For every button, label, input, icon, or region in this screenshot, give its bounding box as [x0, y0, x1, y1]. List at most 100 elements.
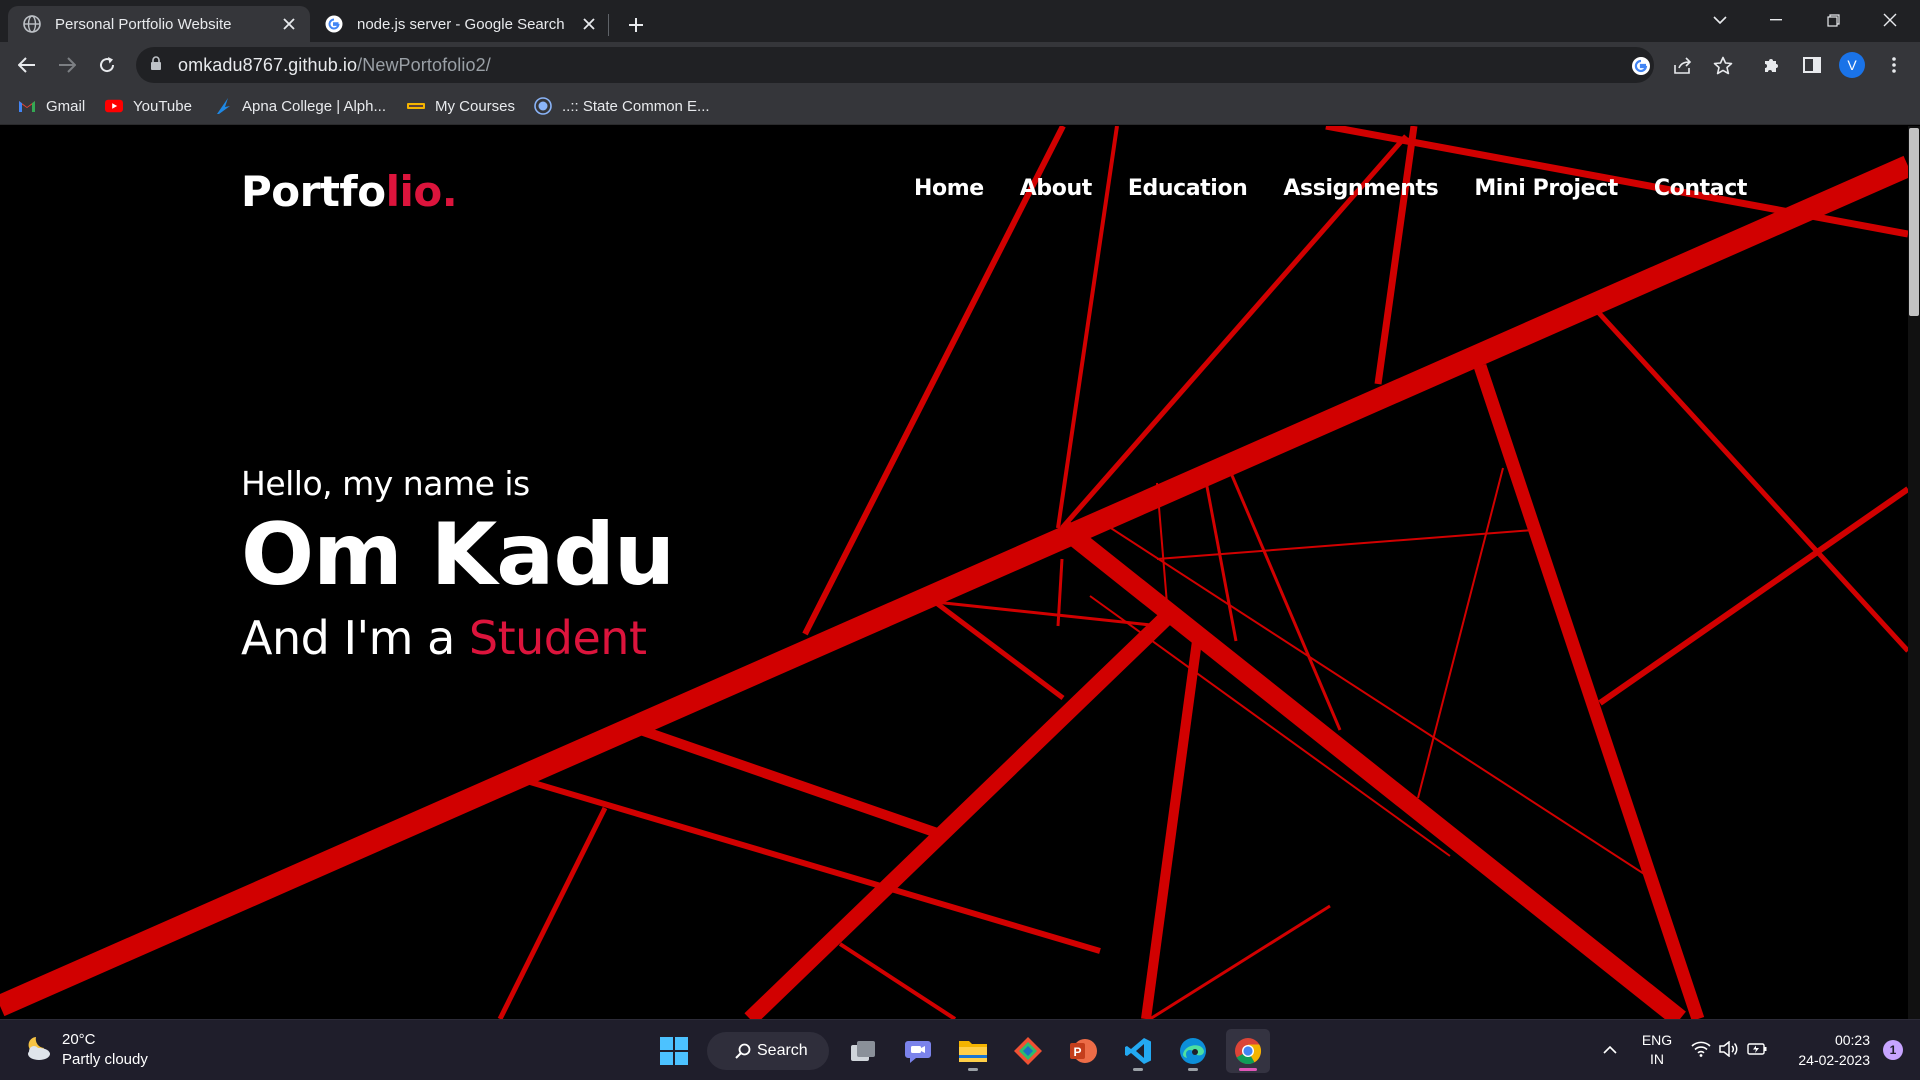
partly-cloudy-icon — [22, 1034, 52, 1067]
taskbar-search[interactable]: Search — [707, 1032, 829, 1070]
bookmark-label: Apna College | Alph... — [242, 97, 386, 115]
bookmark-label: YouTube — [133, 97, 192, 115]
bookmark-label: ..:: State Common E... — [562, 97, 710, 115]
google-g-icon — [324, 15, 343, 34]
extensions-puzzle-icon[interactable] — [1756, 49, 1788, 81]
apna-college-icon — [214, 97, 232, 115]
language-indicator[interactable]: ENG IN — [1632, 1028, 1682, 1072]
bookmark-apna-college[interactable]: Apna College | Alph... — [214, 94, 386, 118]
tab-personal-portfolio[interactable]: Personal Portfolio Website — [8, 6, 310, 42]
search-label: Search — [757, 1042, 808, 1059]
profile-avatar[interactable]: V — [1836, 49, 1868, 81]
chevron-up-icon[interactable] — [1598, 1038, 1622, 1062]
scrollbar-thumb[interactable] — [1909, 128, 1919, 316]
nav-about[interactable]: About — [1020, 176, 1092, 201]
start-button[interactable] — [652, 1029, 696, 1073]
web-page-viewport: Portfolio. Home About Education Assignme… — [0, 126, 1920, 1019]
close-tab-icon[interactable] — [576, 11, 602, 37]
lock-icon[interactable] — [150, 56, 162, 75]
task-view-icon[interactable] — [841, 1029, 885, 1073]
bookmark-star-icon[interactable] — [1710, 53, 1736, 79]
restore-button[interactable] — [1805, 0, 1861, 40]
running-indicator — [1188, 1068, 1198, 1071]
weather-description: Partly cloudy — [62, 1051, 148, 1068]
svg-text:P: P — [1074, 1045, 1082, 1059]
url-path: /NewPortofolio2/ — [357, 55, 491, 75]
side-panel-icon[interactable] — [1796, 49, 1828, 81]
bookmark-state-common[interactable]: ..:: State Common E... — [534, 94, 710, 118]
share-icon[interactable] — [1670, 53, 1696, 79]
search-icon — [735, 1043, 751, 1059]
bookmark-youtube[interactable]: YouTube — [105, 94, 192, 118]
url-text: omkadu8767.github.io/NewPortofolio2/ — [178, 55, 491, 76]
tab-title: Personal Portfolio Website — [55, 15, 232, 33]
bookmark-label: My Courses — [435, 97, 516, 115]
weather-widget[interactable]: 20°C Partly cloudy — [22, 1030, 148, 1070]
hero-role-line: And I'm a Student — [241, 611, 674, 665]
url-host: omkadu8767.github.io — [178, 55, 358, 75]
bookmarks-bar: Gmail YouTube Apna College | Alph... My … — [0, 87, 1920, 125]
close-tab-icon[interactable] — [276, 11, 302, 37]
powerpoint-icon[interactable]: P — [1061, 1029, 1105, 1073]
chrome-icon[interactable] — [1226, 1029, 1270, 1073]
nav-home[interactable]: Home — [914, 176, 984, 201]
main-navigation: Home About Education Assignments Mini Pr… — [914, 176, 1783, 201]
running-indicator — [1239, 1068, 1257, 1071]
vscode-icon[interactable] — [1116, 1029, 1160, 1073]
forward-button[interactable] — [51, 49, 83, 81]
back-button[interactable] — [11, 49, 43, 81]
weather-temperature: 20°C — [62, 1031, 96, 1048]
bookmark-label: Gmail — [46, 97, 86, 115]
close-window-button[interactable] — [1862, 0, 1918, 40]
git-icon[interactable] — [1006, 1029, 1050, 1073]
edge-icon[interactable] — [1171, 1029, 1215, 1073]
reload-button[interactable] — [91, 49, 123, 81]
hero-section: Hello, my name is Om Kadu And I'm a Stud… — [241, 464, 675, 665]
tab-title: node.js server - Google Search — [357, 15, 565, 33]
nav-education[interactable]: Education — [1128, 176, 1248, 201]
nav-mini-project[interactable]: Mini Project — [1474, 176, 1618, 201]
running-indicator — [968, 1068, 978, 1071]
google-lens-icon[interactable] — [1628, 53, 1654, 79]
gmail-icon — [18, 97, 36, 115]
kebab-menu-icon[interactable] — [1878, 49, 1910, 81]
bookmark-my-courses[interactable]: My Courses — [407, 94, 515, 118]
running-indicator — [1133, 1068, 1143, 1071]
tab-nodejs-search[interactable]: node.js server - Google Search — [310, 6, 610, 42]
language-code: ENG — [1641, 1032, 1673, 1048]
file-explorer-icon[interactable] — [951, 1029, 995, 1073]
nav-contact[interactable]: Contact — [1654, 176, 1747, 201]
hero-role: Student — [468, 611, 647, 665]
nav-assignments[interactable]: Assignments — [1283, 176, 1438, 201]
address-bar[interactable]: omkadu8767.github.io/NewPortofolio2/ — [136, 47, 1733, 83]
profile-initial: V — [1839, 52, 1865, 78]
hero-name: Om Kadu — [241, 505, 675, 605]
browser-tab-strip: Personal Portfolio Website node.js serve… — [0, 0, 1920, 42]
notification-badge[interactable]: 1 — [1883, 1040, 1903, 1060]
page-scrollbar[interactable] — [1908, 126, 1920, 1019]
volume-icon[interactable] — [1718, 1038, 1740, 1060]
cet-logo-icon — [534, 97, 552, 115]
battery-charging-icon[interactable] — [1746, 1038, 1768, 1060]
minimize-button[interactable] — [1748, 0, 1804, 40]
hero-greeting: Hello, my name is — [241, 464, 530, 503]
clock-time: 00:23 — [1834, 1032, 1870, 1048]
youtube-icon — [105, 97, 123, 115]
windows-taskbar: 20°C Partly cloudy Search P ENG IN 00:23… — [0, 1019, 1920, 1080]
hero-role-prefix: And I'm a — [241, 611, 469, 665]
site-logo[interactable]: Portfolio. — [241, 167, 458, 216]
tab-search-chevron-icon[interactable] — [1692, 0, 1748, 40]
logo-accent-text: lio. — [385, 167, 458, 216]
clock-date: 24-02-2023 — [1798, 1052, 1870, 1068]
logo-main-text: Portfo — [241, 167, 386, 216]
bookmark-gmail[interactable]: Gmail — [18, 94, 85, 118]
region-code: IN — [1650, 1051, 1664, 1067]
wifi-icon[interactable] — [1690, 1038, 1712, 1060]
browser-toolbar: omkadu8767.github.io/NewPortofolio2/ V — [0, 42, 1920, 87]
new-tab-button[interactable] — [619, 8, 653, 42]
clock[interactable]: 00:23 24-02-2023 — [1776, 1028, 1870, 1072]
my-courses-icon — [407, 97, 425, 115]
globe-icon — [22, 15, 41, 34]
tab-separator — [608, 14, 609, 36]
teams-chat-icon[interactable] — [896, 1029, 940, 1073]
